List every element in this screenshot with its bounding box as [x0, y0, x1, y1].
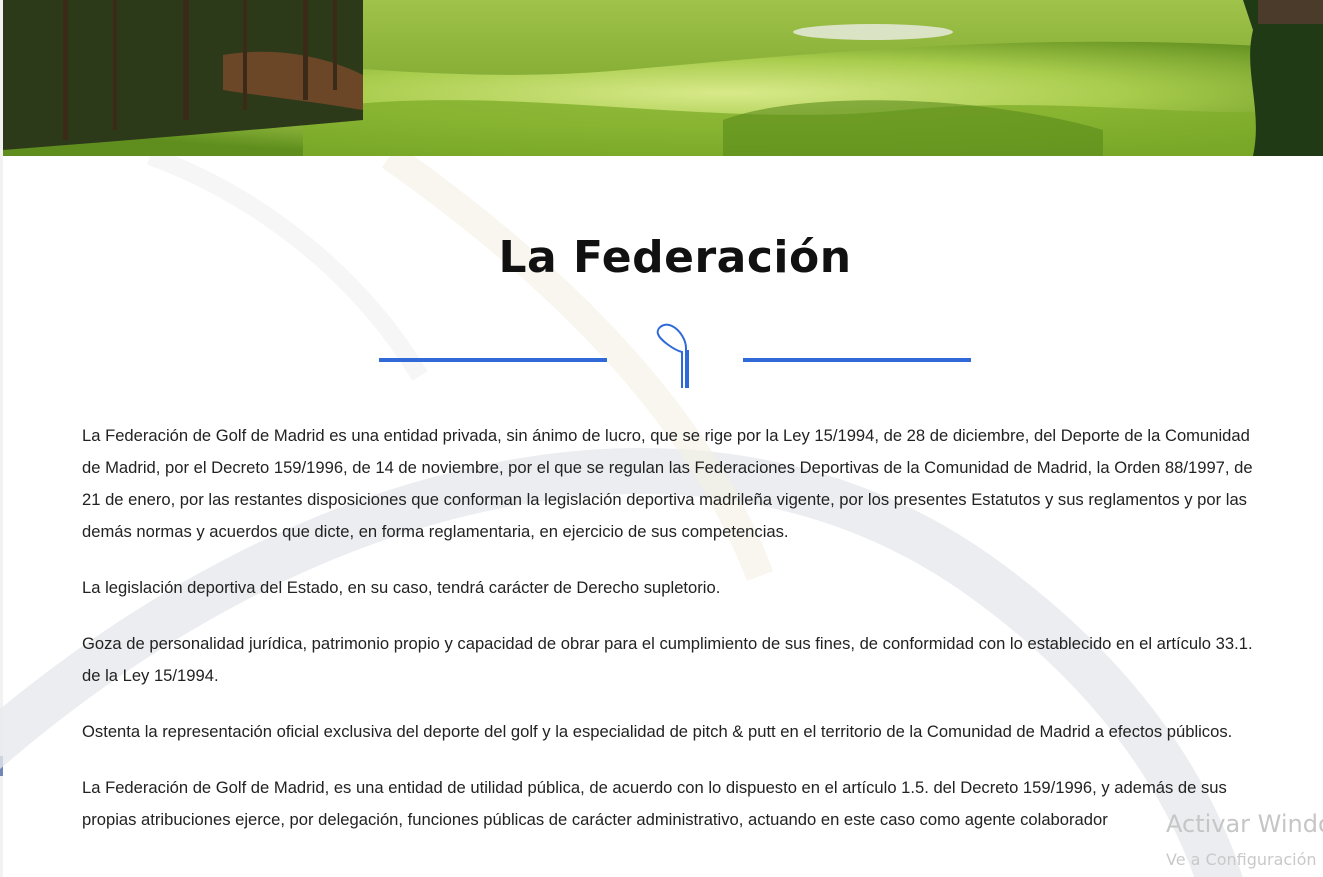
windows-activation-watermark: Activar Windows — [1166, 810, 1323, 838]
paragraph: Ostenta la representación oficial exclus… — [82, 722, 1233, 741]
hero-banner — [3, 0, 1323, 156]
paragraph: La legislación deportiva del Estado, en … — [82, 578, 721, 597]
golf-club-icon — [656, 323, 689, 388]
paragraph: La Federación de Golf de Madrid es una e… — [82, 426, 1253, 541]
title-divider-right — [743, 358, 971, 362]
page-title: La Federación — [498, 232, 852, 283]
golf-course-image — [3, 0, 1323, 156]
paragraph: Goza de personalidad jurídica, patrimoni… — [82, 634, 1253, 685]
title-divider-left — [379, 358, 607, 362]
paragraph: La Federación de Golf de Madrid, es una … — [82, 778, 1227, 829]
article-body: La Federación de Golf de Madrid es una e… — [82, 420, 1272, 860]
windows-activation-subtext: Ve a Configuración — [1166, 850, 1317, 869]
side-tab[interactable] — [0, 756, 3, 776]
